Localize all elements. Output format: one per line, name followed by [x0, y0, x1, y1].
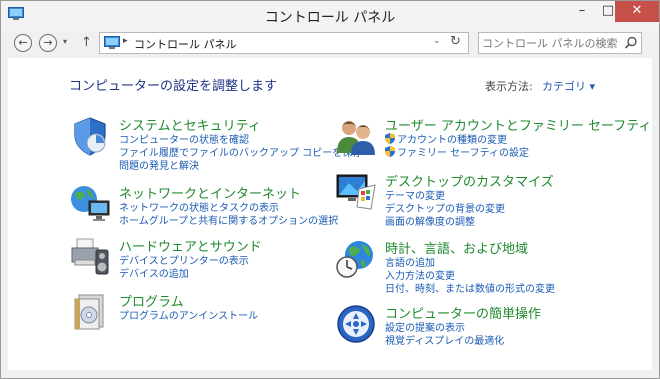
link-label[interactable]: ファミリー セーフティの設定 [397, 144, 529, 159]
link-change-date-time-number-format[interactable]: 日付、時刻、または数値の形式の変更 [385, 281, 555, 295]
link-uninstall-program[interactable]: プログラムのアンインストール [119, 308, 258, 322]
up-button[interactable]: ↑ [81, 35, 92, 50]
view-by-label: 表示方法: [485, 80, 533, 93]
hardware-sound-icon[interactable] [69, 236, 111, 278]
window-title: コントロール パネル [264, 10, 396, 26]
address-dropdown-icon[interactable]: ⌄ [433, 36, 441, 46]
appearance-personalization-icon[interactable] [335, 171, 377, 213]
view-by-dropdown[interactable]: カテゴリ ▾ [542, 78, 595, 94]
minimize-button[interactable]: – [570, 1, 594, 22]
forward-button[interactable]: → [39, 34, 57, 52]
control-panel-window: コントロール パネル – □ ✕ ← → ▾ ↑ ▸ コントロール パネル ⌄ … [0, 0, 660, 379]
back-button[interactable]: ← [14, 34, 32, 52]
page-title: コンピューターの設定を調整します [69, 79, 278, 94]
link-adjust-resolution[interactable]: 画面の解像度の調整 [385, 214, 505, 228]
link-homegroup-sharing[interactable]: ホームグループと共有に関するオプションの選択 [119, 213, 338, 227]
search-icon[interactable] [624, 36, 638, 50]
uac-shield-icon [385, 146, 395, 157]
link-find-fix-problems[interactable]: 問題の発見と解決 [119, 158, 362, 172]
close-button[interactable]: ✕ [615, 1, 659, 22]
link-optimize-visual-display[interactable]: 視覚ディスプレイの最適化 [385, 333, 504, 347]
control-panel-icon [104, 36, 120, 49]
breadcrumb-separator-icon[interactable]: ▸ [123, 36, 128, 46]
programs-icon[interactable] [69, 291, 111, 333]
system-security-icon[interactable] [69, 115, 111, 157]
link-add-device[interactable]: デバイスの追加 [119, 266, 249, 280]
navigation-bar: ← → ▾ ↑ ▸ コントロール パネル ⌄ ↻ [1, 31, 659, 57]
ease-of-access-icon[interactable] [335, 303, 377, 345]
network-internet-icon[interactable] [69, 183, 111, 225]
refresh-button[interactable]: ↻ [450, 34, 461, 49]
content-area: コンピューターの設定を調整します 表示方法: カテゴリ ▾ システムとセキュリテ… [8, 58, 652, 370]
clock-language-region-icon[interactable] [335, 238, 377, 280]
search-input[interactable] [482, 35, 617, 51]
uac-shield-icon [385, 133, 395, 144]
link-family-safety[interactable]: ファミリー セーフティの設定 [385, 144, 529, 159]
search-box[interactable] [478, 32, 642, 54]
recent-locations-button[interactable]: ▾ [63, 37, 67, 46]
breadcrumb-control-panel[interactable]: コントロール パネル [134, 36, 237, 52]
title-bar: コントロール パネル – □ ✕ [1, 1, 659, 31]
user-accounts-icon[interactable] [335, 115, 377, 157]
address-bar[interactable]: ▸ コントロール パネル ⌄ ↻ [99, 32, 469, 54]
